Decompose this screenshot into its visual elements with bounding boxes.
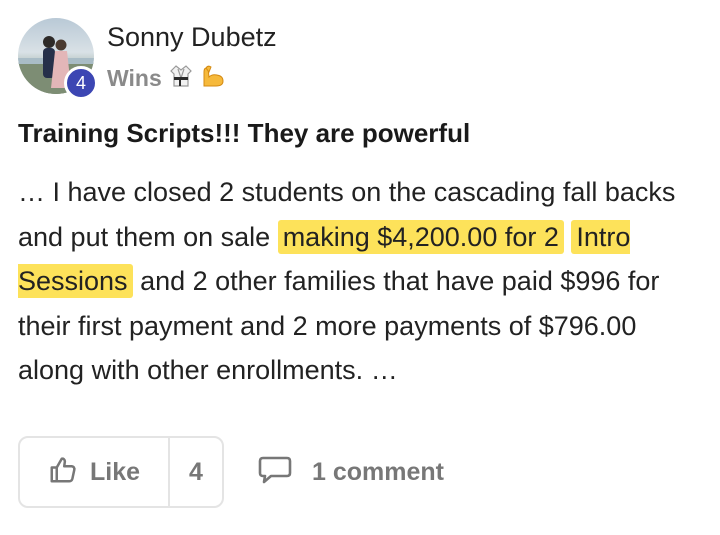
category-label[interactable]: Wins xyxy=(107,65,162,92)
like-label: Like xyxy=(89,457,141,486)
comment-button[interactable]: 1 comment xyxy=(258,452,444,492)
comment-count-label: 1 comment xyxy=(312,457,444,486)
post-body: … I have closed 2 students on the cascad… xyxy=(18,170,708,393)
like-count[interactable]: 4 xyxy=(168,438,222,506)
martial-arts-uniform-icon xyxy=(169,64,192,93)
flexed-biceps-icon xyxy=(200,64,226,93)
like-control: Like 4 xyxy=(18,436,224,508)
like-button[interactable]: Like xyxy=(20,438,168,506)
post-title: Training Scripts!!! They are powerful xyxy=(18,118,471,148)
level-badge: 4 xyxy=(64,66,98,100)
thumbs-up-icon xyxy=(48,455,78,490)
post-meta: Wins xyxy=(107,64,226,93)
post-card: 4 Sonny Dubetz Wins Training Scripts!!! … xyxy=(0,0,720,535)
comment-bubble-icon xyxy=(258,454,292,491)
highlighted-text-1: making $4,200.00 for 2 xyxy=(277,219,564,254)
author-avatar[interactable]: 4 xyxy=(18,18,98,100)
author-name[interactable]: Sonny Dubetz xyxy=(107,22,277,53)
